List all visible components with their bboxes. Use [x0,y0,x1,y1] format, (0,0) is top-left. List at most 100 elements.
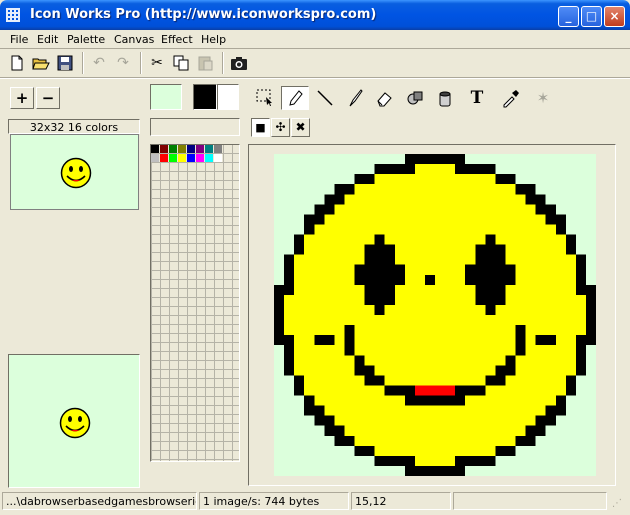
save-icon[interactable] [54,52,76,74]
palette-color-swatch[interactable] [160,154,168,162]
face-pixel [525,375,536,386]
face-pixel [314,234,325,245]
line-icon[interactable] [311,86,339,110]
status-extra [453,492,607,510]
open-icon[interactable] [30,52,52,74]
cut-icon[interactable]: ✂ [146,52,168,74]
undo-icon[interactable]: ↶ [88,52,110,74]
toolbar-separator [82,52,84,74]
maximize-button[interactable]: □ [581,6,602,27]
magic-wand-icon[interactable]: ✶ [529,86,557,110]
color-picker-icon[interactable] [497,86,525,110]
camera-icon[interactable] [228,52,250,74]
face-pixel [465,395,476,406]
face-pixel [324,284,335,295]
paste-icon[interactable] [194,52,216,74]
remove-image-button[interactable]: − [36,87,60,109]
text-icon[interactable]: T [463,86,491,110]
pixel-canvas[interactable] [274,154,596,476]
face-pixel [515,355,526,366]
background-color-swatch[interactable] [217,84,239,110]
copy-icon[interactable] [170,52,192,74]
face-pixel [545,345,556,356]
face-pixel [515,234,526,245]
menu-palette[interactable]: Palette [65,32,107,47]
foreground-color-swatch[interactable] [193,84,217,110]
face-pixel [445,315,456,326]
face-pixel [525,254,536,265]
palette-grid[interactable] [150,144,240,462]
face-pixel [515,264,526,275]
face-pixel [465,224,476,235]
face-pixel [495,355,506,366]
face-pixel [555,355,566,366]
redo-icon[interactable]: ↷ [112,52,134,74]
face-pixel [404,375,415,386]
face-pixel [314,244,325,255]
palette-color-swatch[interactable] [151,145,159,153]
menu-canvas[interactable]: Canvas [112,32,156,47]
face-pixel [505,184,516,195]
face-pixel [525,315,536,326]
menu-edit[interactable]: Edit [35,32,60,47]
menu-file[interactable]: File [8,32,30,47]
brush-cross-icon[interactable]: ✖ [291,118,310,137]
palette-color-swatch[interactable] [169,145,177,153]
face-pixel [525,365,536,376]
shapes-icon[interactable] [401,86,429,110]
eraser-icon[interactable] [371,86,399,110]
face-pixel [394,234,405,245]
face-pixel [394,204,405,215]
face-pixel [324,294,335,305]
face-pixel [545,325,556,336]
resize-grip[interactable]: ⋰ [612,497,626,511]
palette-color-swatch[interactable] [205,154,213,162]
face-pixel [465,415,476,426]
transparent-color-swatch[interactable] [150,84,182,110]
face-pixel [374,204,385,215]
face-pixel [555,315,566,326]
face-pixel [374,184,385,195]
face-outline-pixel [414,154,425,165]
face-pixel [455,355,466,366]
palette-color-swatch[interactable] [187,154,195,162]
face-pixel [324,325,335,336]
palette-color-swatch[interactable] [214,145,222,153]
palette-color-swatch[interactable] [169,154,177,162]
menu-help[interactable]: Help [199,32,228,47]
face-pixel [475,345,486,356]
palette-color-swatch[interactable] [196,154,204,162]
add-image-button[interactable]: + [10,87,34,109]
palette-color-swatch[interactable] [160,145,168,153]
select-icon[interactable] [251,86,279,110]
face-outline-pixel [555,395,566,406]
face-pixel [374,325,385,336]
new-icon[interactable] [6,52,28,74]
palette-color-swatch[interactable] [214,154,222,162]
palette-color-swatch[interactable] [151,154,159,162]
face-pixel [515,415,526,426]
mouth-pixel [384,385,395,396]
pencil-icon[interactable] [281,86,309,110]
title-bar[interactable]: Icon Works Pro (http://www.iconworkspro.… [0,0,630,30]
palette-color-swatch[interactable] [178,145,186,153]
minimize-button[interactable]: _ [558,6,579,27]
palette-color-swatch[interactable] [187,145,195,153]
face-pixel [414,264,425,275]
image-list-item[interactable] [10,134,139,210]
brush-square-icon[interactable]: ■ [251,118,270,137]
face-pixel [344,375,355,386]
palette-color-swatch[interactable] [196,145,204,153]
fill-bucket-icon[interactable] [431,86,459,110]
palette-color-swatch[interactable] [205,145,213,153]
face-pixel [565,355,576,366]
palette-color-swatch[interactable] [178,154,186,162]
brush-icon[interactable] [341,86,369,110]
face-pixel [475,425,486,436]
face-pixel [515,214,526,225]
close-button[interactable]: × [604,6,625,27]
face-pixel [394,365,405,376]
face-pixel [384,315,395,326]
menu-effect[interactable]: Effect [159,32,195,47]
brush-dots-icon[interactable]: ✣ [271,118,290,137]
